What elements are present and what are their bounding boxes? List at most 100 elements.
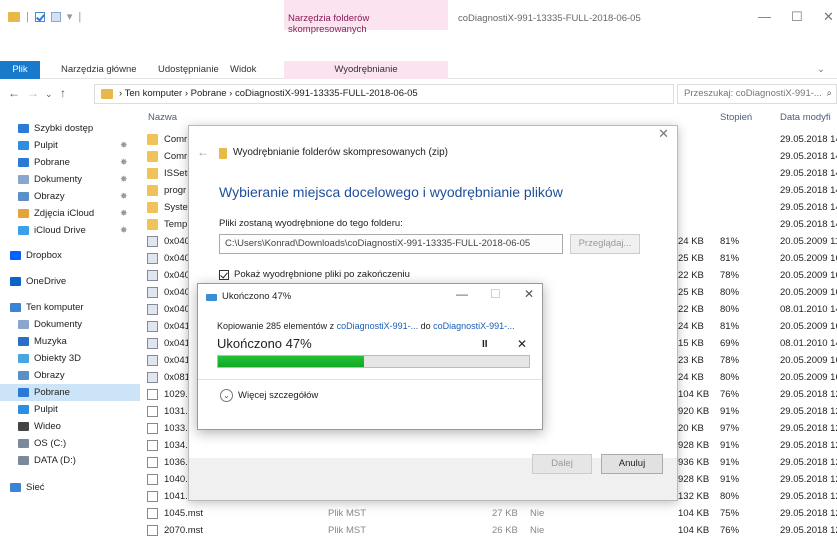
file-packed-size: 25 KB <box>678 253 704 264</box>
sidebar-item[interactable]: DATA (D:) <box>0 452 140 469</box>
file-ratio: 69% <box>720 338 740 349</box>
sidebar-item[interactable]: Muzyka <box>0 333 140 350</box>
file-size: 27 KB <box>492 508 518 519</box>
file-ratio: 78% <box>720 270 740 281</box>
file-packed-size: 920 KB <box>678 406 710 417</box>
column-header-modified[interactable]: Data modyfi <box>780 108 831 128</box>
title-bar: | ▾ | Narzędzia folderów skompresowanych… <box>0 0 837 35</box>
sidebar-item-label: Dropbox <box>26 250 62 261</box>
sidebar-item[interactable]: Dokumenty ✸ <box>0 171 140 188</box>
pictures-icon <box>18 192 29 201</box>
pin-icon[interactable]: ✸ <box>120 154 128 171</box>
toolbar-separator: | <box>26 10 29 23</box>
next-button[interactable]: Dalej <box>532 454 592 474</box>
copy-destination-link[interactable]: coDiagnostiX-991-... <box>433 321 515 331</box>
sidebar-item[interactable]: Dropbox <box>0 247 140 264</box>
sidebar-item[interactable]: OneDrive <box>0 273 140 290</box>
file-name: Temp <box>164 219 188 230</box>
ribbon-collapse-icon[interactable]: ⌄ <box>817 61 825 79</box>
copy-source-link[interactable]: coDiagnostiX-991-... <box>337 321 419 331</box>
file-name: 1029.r <box>164 389 191 400</box>
sidebar-item[interactable]: iCloud Drive ✸ <box>0 222 140 239</box>
file-ratio: 78% <box>720 355 740 366</box>
copy-icon <box>206 294 217 301</box>
tab-share[interactable]: Udostępnianie <box>158 61 219 79</box>
table-row[interactable]: 2070.mst Plik MST 26 KB Nie 104 KB 76% 29.05.2… <box>142 522 837 539</box>
column-header-ratio[interactable]: Stopień <box>720 108 752 128</box>
sidebar-item[interactable]: Obrazy <box>0 367 140 384</box>
sidebar-item[interactable]: Sieć <box>0 479 140 496</box>
file-ratio: 75% <box>720 508 740 519</box>
progress-minimize-button[interactable]: — <box>456 287 468 301</box>
file-packed-size: 23 KB <box>678 355 704 366</box>
file-modified: 29.05.2018 12 <box>780 474 837 485</box>
progress-maximize-button[interactable]: ☐ <box>490 287 501 301</box>
file-icon <box>147 321 158 332</box>
dialog-close-button[interactable]: ✕ <box>658 126 669 142</box>
file-icon <box>147 253 158 264</box>
file-icon <box>147 389 158 400</box>
sidebar-item[interactable]: Szybki dostęp <box>0 120 140 137</box>
chevron-down-icon[interactable]: ⌄ <box>220 389 233 402</box>
sidebar-item[interactable]: Pobrane ✸ <box>0 154 140 171</box>
sidebar-item[interactable]: Pulpit <box>0 401 140 418</box>
column-header-name[interactable]: Nazwa <box>148 108 177 128</box>
destination-path-input[interactable]: C:\Users\Konrad\Downloads\coDiagnostiX-9… <box>219 234 563 254</box>
folder-icon <box>147 168 158 179</box>
file-protected: Nie <box>530 525 545 536</box>
file-modified: 20.05.2009 16 <box>780 372 837 383</box>
address-field[interactable]: › Ten komputer › Pobrane › coDiagnostiX-… <box>94 84 674 104</box>
sidebar-item[interactable]: Wideo <box>0 418 140 435</box>
progress-divider <box>198 379 542 380</box>
pin-icon[interactable]: ✸ <box>120 205 128 222</box>
search-input[interactable]: Przeszukaj: coDiagnostiX-991-... ⌕ <box>677 84 837 104</box>
recent-locations-button[interactable]: ⌄ <box>45 89 53 100</box>
file-name: 0x040 <box>164 236 190 247</box>
dialog-back-button[interactable]: ← <box>197 145 209 159</box>
properties-icon[interactable] <box>34 11 45 22</box>
pin-icon[interactable]: ✸ <box>120 171 128 188</box>
sidebar-item[interactable]: Obiekty 3D <box>0 350 140 367</box>
file-ratio: 91% <box>720 457 740 468</box>
search-icon: ⌕ <box>826 88 832 99</box>
pin-icon[interactable]: ✸ <box>120 222 128 239</box>
pin-icon[interactable]: ✸ <box>120 188 128 205</box>
address-path: › Ten komputer › Pobrane › coDiagnostiX-… <box>119 88 418 99</box>
new-folder-icon[interactable] <box>50 11 61 22</box>
file-modified: 29.05.2018 14 <box>780 168 837 179</box>
file-ratio: 81% <box>720 253 740 264</box>
customize-toolbar-icon[interactable]: ▾ <box>67 10 73 23</box>
tab-view[interactable]: Widok <box>230 61 256 79</box>
pin-icon[interactable]: ✸ <box>120 137 128 154</box>
tab-home[interactable]: Narzędzia główne <box>61 61 137 79</box>
file-name: 0x040 <box>164 304 190 315</box>
sidebar-item[interactable]: Obrazy ✸ <box>0 188 140 205</box>
sidebar-item[interactable]: Pulpit ✸ <box>0 137 140 154</box>
minimize-button[interactable]: — <box>758 9 771 24</box>
icloud-drive-icon <box>18 226 29 235</box>
back-button[interactable]: ← <box>8 86 20 100</box>
sidebar-item[interactable]: Zdjęcia iCloud ✸ <box>0 205 140 222</box>
stop-button[interactable]: ✕ <box>517 337 527 351</box>
tab-extract[interactable]: Wyodrębnianie <box>284 61 448 79</box>
progress-close-button[interactable]: ✕ <box>524 287 534 301</box>
close-button[interactable]: ✕ <box>823 9 834 25</box>
sidebar-item[interactable]: Pobrane <box>0 384 140 401</box>
cancel-button[interactable]: Anuluj <box>601 454 663 474</box>
browse-button[interactable]: Przeglądaj... <box>570 234 640 254</box>
file-icon <box>147 304 158 315</box>
forward-button[interactable]: → <box>27 86 39 100</box>
sidebar-item[interactable]: Ten komputer <box>0 299 140 316</box>
table-row[interactable]: 1045.mst Plik MST 27 KB Nie 104 KB 75% 29.05.2… <box>142 505 837 522</box>
up-button[interactable]: ↑ <box>60 86 66 100</box>
pause-button[interactable]: II <box>482 339 488 350</box>
desktop-icon <box>18 141 29 150</box>
file-packed-size: 25 KB <box>678 287 704 298</box>
sidebar-item[interactable]: Dokumenty <box>0 316 140 333</box>
tab-file[interactable]: Plik <box>0 61 40 79</box>
sidebar-item[interactable]: OS (C:) <box>0 435 140 452</box>
show-files-checkbox[interactable] <box>219 270 229 280</box>
more-details-button[interactable]: Więcej szczegółów <box>238 390 318 401</box>
star-icon <box>18 124 29 133</box>
maximize-button[interactable]: ☐ <box>791 9 803 25</box>
